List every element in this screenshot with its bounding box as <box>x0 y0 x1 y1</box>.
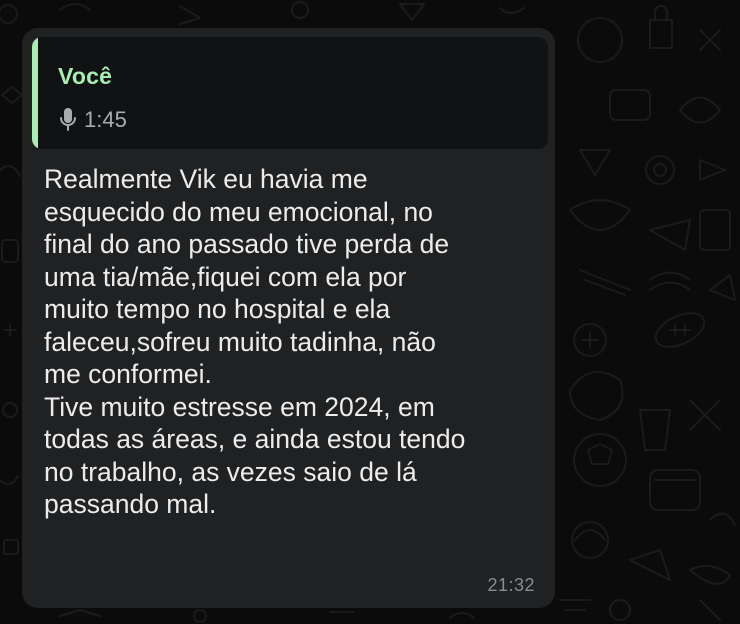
message-bubble[interactable]: Você 1:45 Realmente Vik eu havia me esqu… <box>22 28 555 608</box>
quoted-author: Você <box>58 63 113 89</box>
message-text: Realmente Vik eu havia me esquecido do m… <box>44 164 466 519</box>
voice-duration: 1:45 <box>84 107 127 132</box>
quote-accent-bar <box>32 37 38 149</box>
microphone-icon <box>58 107 78 133</box>
quoted-meta: 1:45 <box>58 106 127 134</box>
message-timestamp: 21:32 <box>487 575 535 595</box>
quoted-voice-message[interactable]: Você 1:45 <box>32 37 548 149</box>
